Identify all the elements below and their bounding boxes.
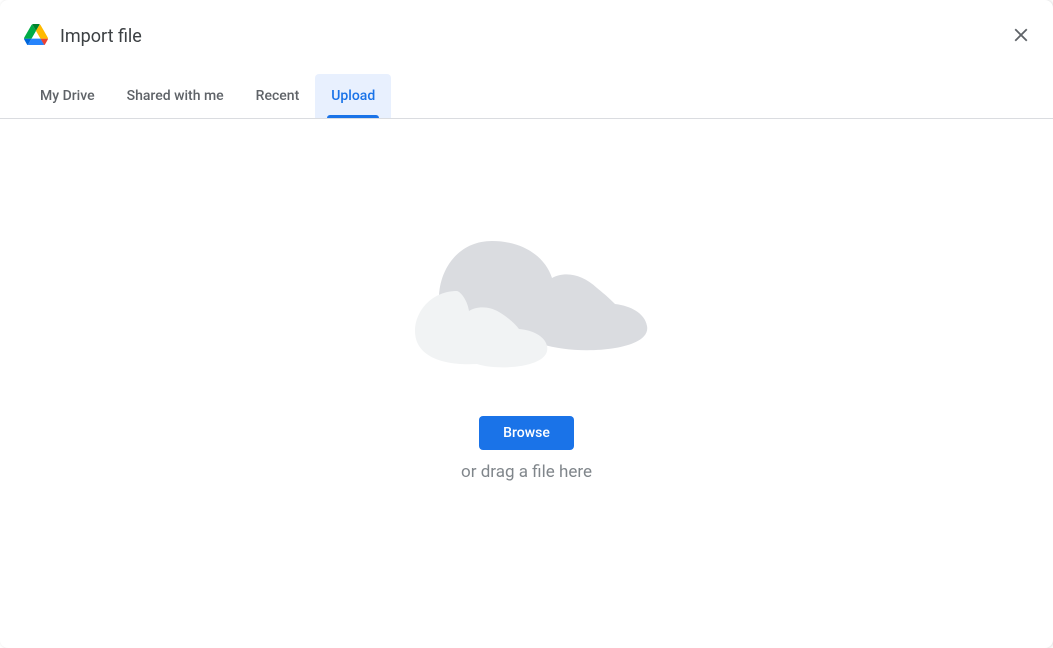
drag-hint-text: or drag a file here [461, 462, 592, 482]
tabs-bar: My Drive Shared with me Recent Upload [0, 74, 1053, 119]
tab-recent[interactable]: Recent [240, 74, 316, 118]
close-button[interactable] [1009, 24, 1033, 48]
cloud-illustration-icon [397, 226, 657, 376]
google-drive-icon [24, 24, 48, 48]
dialog-header: Import file [0, 0, 1053, 60]
tab-my-drive[interactable]: My Drive [24, 74, 111, 118]
dialog-title: Import file [60, 26, 142, 47]
upload-content[interactable]: Browse or drag a file here [0, 119, 1053, 648]
close-icon [1010, 24, 1032, 49]
tab-upload[interactable]: Upload [315, 74, 391, 118]
tab-shared-with-me[interactable]: Shared with me [111, 74, 240, 118]
browse-button[interactable]: Browse [479, 416, 574, 450]
import-file-dialog: Import file My Drive Shared with me Rece… [0, 0, 1053, 648]
